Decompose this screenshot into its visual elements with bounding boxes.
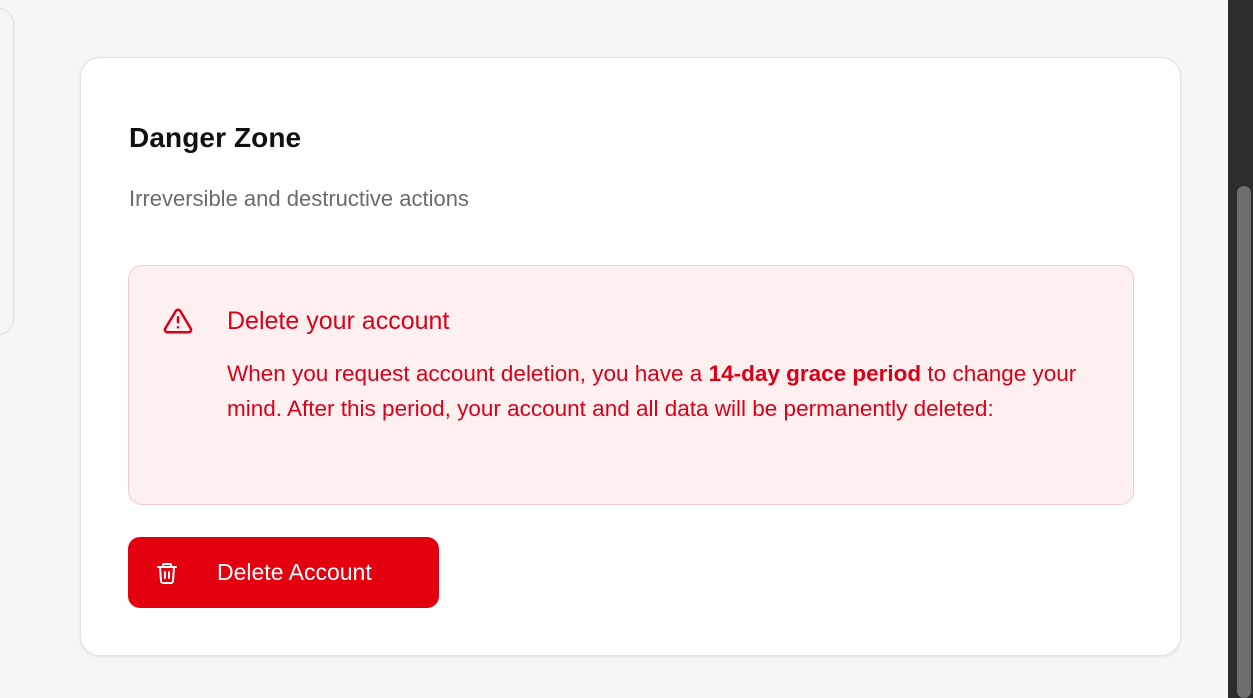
- alert-text-start: When you request account deletion, you h…: [227, 361, 709, 386]
- alert-description: When you request account deletion, you h…: [227, 356, 1097, 426]
- danger-zone-subtitle: Irreversible and destructive actions: [129, 186, 469, 211]
- vertical-scrollbar[interactable]: [1228, 0, 1253, 698]
- settings-page: Danger Zone Irreversible and destructive…: [0, 0, 1228, 698]
- delete-account-button[interactable]: Delete Account: [128, 537, 439, 608]
- scrollbar-thumb[interactable]: [1237, 186, 1251, 698]
- danger-zone-card: Danger Zone Irreversible and destructive…: [80, 57, 1181, 656]
- danger-zone-title: Danger Zone: [129, 122, 302, 153]
- delete-account-alert: Delete your account When you request acc…: [128, 265, 1134, 505]
- warning-triangle-icon: [163, 308, 193, 334]
- alert-title: Delete your account: [227, 307, 450, 335]
- previous-card-edge: [0, 8, 14, 335]
- trash-icon: [157, 563, 177, 584]
- grace-period-emphasis: 14-day grace period: [708, 361, 922, 386]
- delete-account-button-label: Delete Account: [217, 559, 372, 585]
